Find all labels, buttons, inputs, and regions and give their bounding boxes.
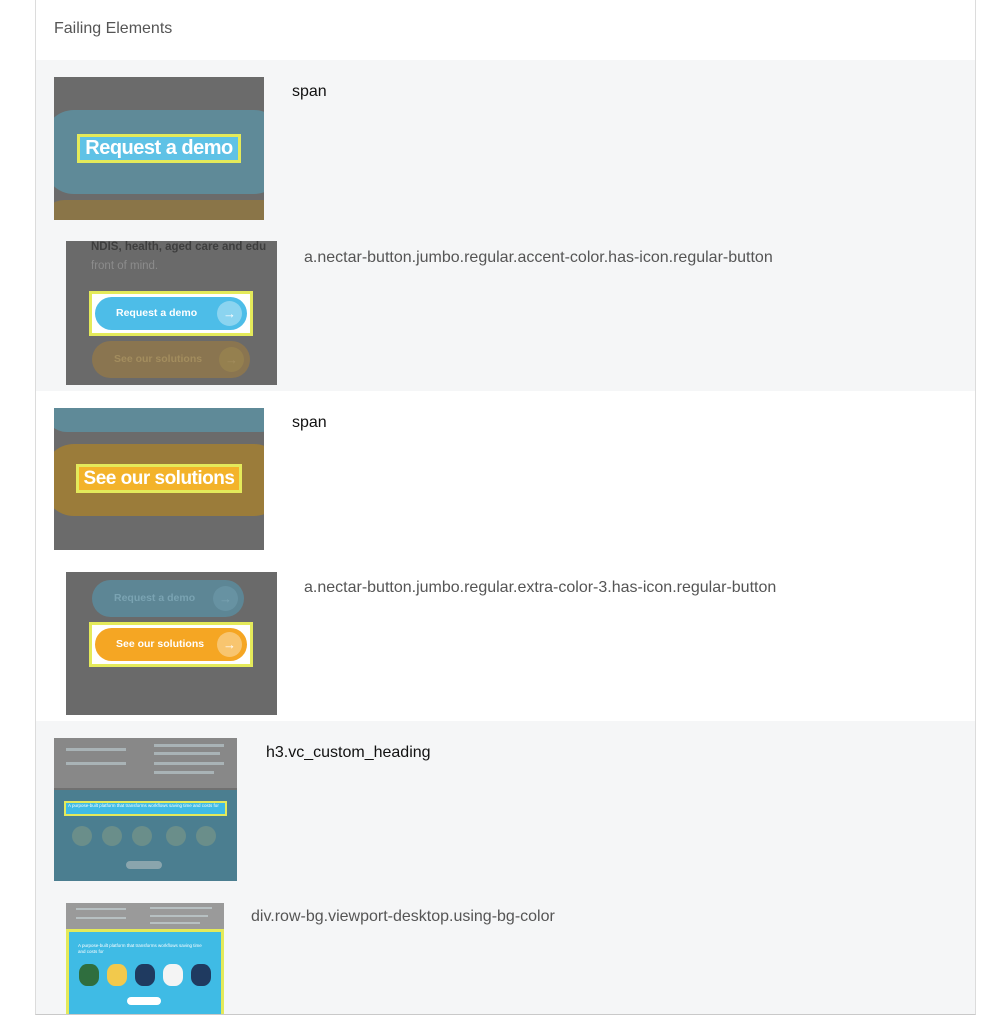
screenshot-caption: front of mind. xyxy=(91,260,159,272)
highlighted-text: A purpose-built platform that transforms… xyxy=(78,943,202,954)
highlighted-text: See our solutions xyxy=(83,468,235,489)
screenshot-caption: NDIS, health, aged care and edu xyxy=(91,241,267,253)
element-highlight: A purpose-built platform that transforms… xyxy=(64,801,227,816)
see-solutions-button: See our solutions → xyxy=(92,341,250,378)
element-screenshot: Request a demo xyxy=(54,77,264,220)
target-selector-label: a.nectar-button.jumbo.regular.accent-col… xyxy=(304,249,773,266)
arrow-right-icon: → xyxy=(219,347,244,372)
request-demo-button: Request a demo → xyxy=(92,580,244,617)
request-demo-button: Request a demo → xyxy=(95,297,247,330)
button-label: See our solutions xyxy=(114,353,203,365)
element-selector-label: span xyxy=(292,83,327,100)
failing-element-group[interactable]: See our solutions span Request a demo → … xyxy=(36,391,975,721)
target-selector-label: div.row-bg.viewport-desktop.using-bg-col… xyxy=(251,908,555,925)
button-label: Request a demo xyxy=(114,592,196,604)
panel-title: Failing Elements xyxy=(54,20,173,37)
element-screenshot: A purpose-built platform that transforms… xyxy=(54,738,237,881)
see-solutions-button: See our solutions → xyxy=(95,628,247,661)
highlighted-text: Request a demo xyxy=(85,137,233,159)
button-label: Request a demo xyxy=(116,307,198,319)
element-selector-label: h3.vc_custom_heading xyxy=(266,744,431,761)
failing-element-group[interactable]: A purpose-built platform that transforms… xyxy=(36,721,975,1014)
target-screenshot: A purpose-built platform that transforms… xyxy=(66,903,224,1014)
element-selector-label: span xyxy=(292,414,327,431)
failing-element-group[interactable]: Request a demo span NDIS, health, aged c… xyxy=(36,60,975,391)
arrow-right-icon: → xyxy=(213,586,238,611)
arrow-right-icon: → xyxy=(217,632,242,657)
target-selector-label: a.nectar-button.jumbo.regular.extra-colo… xyxy=(304,579,777,596)
target-screenshot: NDIS, health, aged care and edu front of… xyxy=(66,241,277,385)
element-highlight: Request a demo → xyxy=(89,291,253,336)
element-highlight: See our solutions → xyxy=(89,622,253,667)
element-screenshot: See our solutions xyxy=(54,408,264,550)
target-screenshot: Request a demo → See our solutions → xyxy=(66,572,277,715)
element-highlight: See our solutions xyxy=(76,464,242,493)
button-label: See our solutions xyxy=(116,638,205,650)
element-highlight: Request a demo xyxy=(77,134,241,163)
failing-elements-panel: Failing Elements Request a demo span NDI… xyxy=(35,0,976,1015)
arrow-right-icon: → xyxy=(217,301,242,326)
highlighted-text: A purpose-built platform that transforms… xyxy=(68,803,219,808)
element-highlight: A purpose-built platform that transforms… xyxy=(66,929,224,1014)
